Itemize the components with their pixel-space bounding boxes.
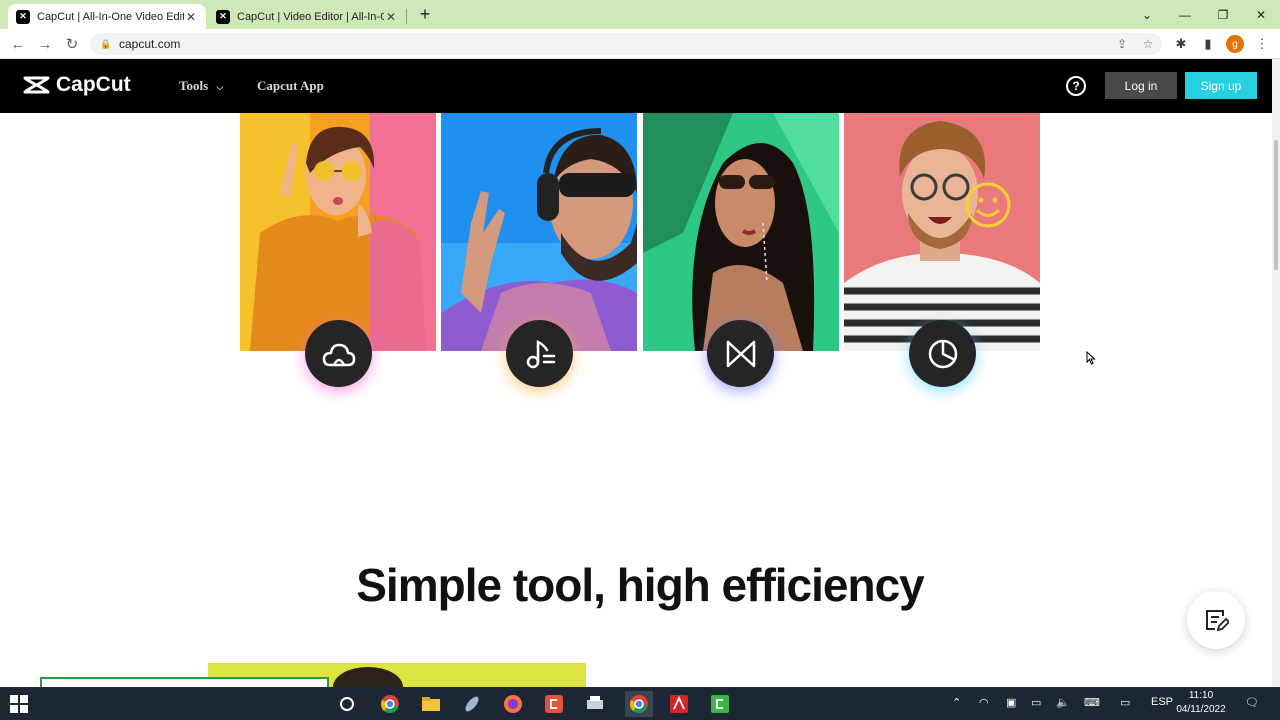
section-headline: Simple tool, high efficiency	[356, 559, 925, 611]
capcut-logo-icon	[23, 76, 50, 94]
nav-capcut-app[interactable]: Capcut App	[257, 78, 324, 94]
feature-photo-1	[240, 113, 436, 351]
file-explorer-icon[interactable]	[418, 691, 444, 717]
tab-title: CapCut | All-In-One Video Editing	[37, 10, 184, 23]
windows-start-icon[interactable]	[10, 695, 28, 713]
cloud-icon	[322, 343, 355, 366]
rocket-app-icon[interactable]	[459, 691, 485, 717]
tab-search-icon[interactable]: ⌄	[1128, 0, 1166, 29]
acrobat-icon[interactable]	[666, 691, 692, 717]
share-icon[interactable]: ⇪	[1113, 35, 1131, 53]
back-button[interactable]: ←	[7, 33, 29, 55]
taskbar-clock[interactable]: 11:10 04/11/2022	[1176, 689, 1226, 717]
feature-button-2[interactable]	[506, 320, 573, 387]
feature-photo-2	[441, 113, 637, 351]
signup-button[interactable]: Sign up	[1185, 72, 1257, 99]
menu-kebab-icon[interactable]: ⋮	[1251, 33, 1273, 55]
lock-icon: 🔒	[100, 39, 112, 49]
keyboard-icon[interactable]: ⌨	[1084, 696, 1100, 709]
new-tab-button[interactable]: +	[414, 3, 436, 25]
printer-app-icon[interactable]	[582, 691, 608, 717]
capcut-favicon-icon: ✕	[16, 9, 30, 24]
edit-note-icon	[1206, 610, 1229, 632]
firefox-icon[interactable]	[500, 691, 526, 717]
clock-time: 11:10	[1188, 690, 1214, 701]
capcut-desktop-icon[interactable]	[541, 691, 567, 717]
reload-button[interactable]: ↻	[61, 33, 83, 55]
music-note-icon	[526, 339, 555, 368]
url-text: capcut.com	[119, 37, 181, 51]
browser-tab-strip: ✕ CapCut | All-In-One Video Editing ✕ ✕ …	[0, 0, 1280, 29]
meet-now-icon[interactable]: ▣	[1006, 696, 1016, 709]
address-bar[interactable]: 🔒 capcut.com ⇪ ☆	[90, 33, 1162, 55]
display-icon[interactable]: ▭	[1120, 696, 1130, 709]
chrome-icon[interactable]	[377, 691, 403, 717]
extensions-icon[interactable]: ✱	[1170, 33, 1192, 55]
battery-icon[interactable]: ▭	[1031, 696, 1041, 709]
camtasia-icon[interactable]	[707, 691, 733, 717]
side-panel-icon[interactable]: ▮	[1197, 33, 1219, 55]
bowtie-icon	[726, 340, 755, 367]
bookmark-star-icon[interactable]: ☆	[1139, 35, 1157, 53]
feature-button-4[interactable]	[909, 320, 976, 387]
browser-tab-active[interactable]: ✕ CapCut | All-In-One Video Editing ✕	[8, 4, 206, 29]
nav-tools-label: Tools	[179, 78, 209, 93]
feature-button-1[interactable]	[305, 320, 372, 387]
close-window-button[interactable]: ✕	[1242, 0, 1280, 29]
profile-avatar[interactable]: g	[1226, 35, 1244, 53]
capcut-logo[interactable]: CapCut	[23, 73, 131, 97]
capcut-favicon-icon: ✕	[216, 9, 230, 24]
cortana-icon[interactable]	[334, 691, 360, 717]
browser-toolbar: ← → ↻ 🔒 capcut.com ⇪ ☆ ✱ ▮ g ⋮	[0, 29, 1280, 59]
feedback-button[interactable]	[1187, 591, 1245, 649]
scrollbar-thumb[interactable]	[1274, 140, 1278, 270]
maximize-button[interactable]: ❐	[1204, 0, 1242, 29]
mouse-cursor-icon	[1086, 351, 1096, 365]
nav-tools[interactable]: Tools ⌵	[179, 78, 223, 94]
screen: ✕ CapCut | All-In-One Video Editing ✕ ✕ …	[0, 0, 1280, 720]
clock-date: 04/11/2022	[1176, 704, 1226, 715]
site-header: CapCut Tools ⌵ Capcut App ? Log in Sign …	[0, 59, 1272, 113]
preview-person	[333, 667, 403, 687]
chevron-down-icon: ⌵	[216, 82, 224, 92]
chrome-active-icon[interactable]	[625, 691, 653, 717]
brand-name: CapCut	[56, 73, 131, 96]
windows-taskbar: ⌃ ◠ ▣ ▭ 🔈 ⌨ ▭ ESP 11:10 04/11/2022 🗨	[0, 687, 1280, 720]
close-tab-icon[interactable]: ✕	[384, 10, 398, 24]
tab-divider	[406, 9, 407, 24]
login-button[interactable]: Log in	[1105, 72, 1177, 99]
browser-tab[interactable]: ✕ CapCut | Video Editor | All-In-One ✕	[208, 4, 406, 29]
help-icon[interactable]: ?	[1066, 76, 1086, 96]
close-tab-icon[interactable]: ✕	[184, 10, 198, 24]
show-hidden-icons[interactable]: ⌃	[952, 696, 961, 709]
notifications-icon[interactable]: 🗨	[1245, 696, 1259, 709]
wifi-icon[interactable]: ◠	[979, 696, 989, 709]
language-indicator[interactable]: ESP	[1151, 696, 1173, 708]
pie-chart-icon	[928, 339, 957, 368]
minimize-button[interactable]: —	[1166, 0, 1204, 29]
feature-photo-4	[844, 113, 1040, 351]
tab-title: CapCut | Video Editor | All-In-One	[237, 10, 384, 23]
forward-button[interactable]: →	[34, 33, 56, 55]
volume-icon[interactable]: 🔈	[1056, 696, 1070, 709]
feature-button-3[interactable]	[707, 320, 774, 387]
feature-photo-3	[643, 113, 839, 351]
